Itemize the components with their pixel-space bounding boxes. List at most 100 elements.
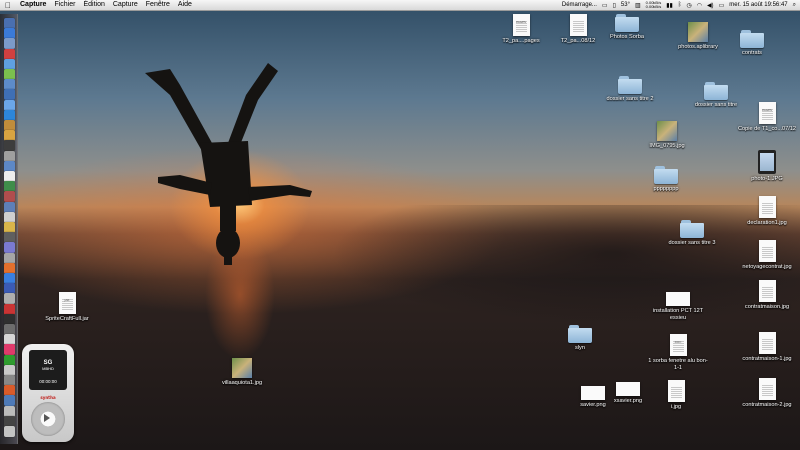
dock-app-icon[interactable]	[4, 293, 15, 305]
network-monitor[interactable]: 0.00kB/s 0.00kB/s	[646, 1, 662, 9]
dock-app-icon[interactable]	[4, 303, 15, 315]
time-machine-icon[interactable]: ◷	[686, 2, 691, 9]
desktop-icon[interactable]: installation PCT 12T essieu	[648, 292, 708, 321]
play-icon[interactable]	[44, 414, 50, 422]
dock-app-icon[interactable]	[4, 140, 15, 152]
clock-text[interactable]: mer. 15 août 19:56:47	[729, 2, 787, 8]
file-type-tag: JAR	[64, 298, 70, 302]
wallpaper-coastline	[330, 205, 800, 325]
menu-app-name[interactable]: Capture	[16, 0, 50, 10]
dock-app-icon[interactable]	[4, 354, 15, 366]
menu-edition[interactable]: Édition	[79, 0, 108, 10]
net-down-text: 0.00kB/s	[645, 4, 662, 9]
desktop-icon[interactable]: contratmaison-1.jpg	[737, 332, 797, 363]
desktop-icon-label: declaration1.jpg	[747, 220, 787, 226]
image-thumbnail-icon	[688, 22, 708, 42]
desktop-icon[interactable]: PAGES T2_pa....pages	[491, 14, 551, 45]
bluetooth-icon[interactable]: ᛒ	[678, 2, 682, 8]
dock-app-icon[interactable]	[4, 242, 15, 254]
image-file-icon	[616, 382, 640, 396]
wifi-icon[interactable]: ◠	[697, 2, 702, 9]
desktop-icon-label: pppppppp	[653, 186, 679, 192]
volume-icon[interactable]: ◀)	[707, 2, 714, 9]
desktop-icon-label: installation PCT 12T essieu	[652, 308, 704, 321]
desktop-icon-label: contratmaison.jpg	[744, 304, 790, 310]
desktop-icon[interactable]: dossier sans titre 3	[662, 220, 722, 247]
document-icon: PAGES	[758, 102, 776, 124]
desktop-icon-label: netoyagecontrat.jpg	[742, 264, 792, 270]
widget-time: 00:00:00	[39, 379, 57, 384]
document-icon	[758, 240, 776, 262]
desktop-icon[interactable]: contrats	[722, 30, 782, 57]
battery-icon[interactable]: ▭	[719, 2, 725, 9]
folder-icon	[568, 325, 592, 343]
dock-app-icon[interactable]	[4, 48, 15, 60]
dock-app-icon[interactable]	[4, 89, 15, 101]
thermometer-icon: ▯	[612, 2, 616, 9]
menu-aide[interactable]: Aide	[174, 0, 196, 10]
spotlight-icon[interactable]: ⌕	[793, 2, 796, 9]
dock-app-icon[interactable]	[4, 191, 15, 203]
folder-icon	[680, 220, 704, 238]
desktop-icon[interactable]: netoyagecontrat.jpg	[737, 240, 797, 271]
widget-brand: syntha	[40, 395, 56, 400]
desktop-icon-label: T2_pa....pages	[502, 38, 540, 44]
document-icon: JAR	[58, 292, 76, 314]
desktop-icon-label: SpriteCraftFull.jar	[45, 316, 89, 322]
desktop-icon-label: villaaquiota1.jpg	[221, 380, 263, 386]
document-icon	[667, 380, 685, 402]
menu-extras: Démarrage... ▭ ▯ 53° ▥ 0.00kB/s 0.00kB/s…	[562, 0, 796, 10]
dock-app-icon[interactable]	[4, 426, 15, 437]
activity-icon[interactable]: ▥	[635, 2, 641, 9]
desktop-icon-label: i.jpg	[670, 404, 682, 410]
desktop-icon[interactable]: pppppppp	[636, 166, 696, 193]
dock-app-icon[interactable]	[4, 201, 15, 213]
desktop-icon[interactable]: JAR SpriteCraftFull.jar	[37, 292, 97, 323]
widget-station-sub: MBHD	[42, 366, 54, 371]
menu-capture[interactable]: Capture	[109, 0, 142, 10]
file-type-tag: PAGES	[516, 20, 526, 24]
radio-player-widget[interactable]: SG MBHD 00:00:00 syntha	[22, 344, 74, 442]
bars-icon[interactable]: ▮▮	[666, 2, 673, 9]
folder-icon	[618, 76, 642, 94]
dock-app-icon[interactable]	[4, 150, 15, 162]
desktop-icon[interactable]: photos.aplibrary	[668, 22, 728, 51]
desktop-icon[interactable]: slyn	[550, 325, 610, 352]
display-icon[interactable]: ▭	[602, 2, 608, 9]
menu-fenetre[interactable]: Fenêtre	[142, 0, 174, 10]
desktop-icon[interactable]: photo-1.JPG	[737, 150, 797, 183]
desktop-icon[interactable]: contratmaison.jpg	[737, 280, 797, 311]
dock-app-icon[interactable]	[4, 405, 15, 417]
desktop-icon[interactable]: i.jpg	[646, 380, 706, 411]
desktop-icon[interactable]: Photos Sorba	[597, 14, 657, 41]
menu-fichier[interactable]: Fichier	[50, 0, 79, 10]
dock-app-icon[interactable]	[4, 395, 15, 407]
file-type-tag: DOC	[674, 340, 682, 344]
menu-bar:  Capture Fichier Édition Capture Fenêtr…	[0, 0, 800, 11]
image-file-icon	[666, 292, 690, 306]
dock-app-icon[interactable]	[4, 344, 15, 356]
desktop-icon[interactable]: declaration1.jpg	[737, 196, 797, 227]
desktop-icon-label: 1 sorba fenetre alu bon-1-1	[648, 358, 708, 371]
dock-app-icon[interactable]	[4, 99, 15, 111]
document-icon	[758, 196, 776, 218]
folder-icon	[654, 166, 678, 184]
desktop-icon[interactable]: dossier sans titre 2	[600, 76, 660, 103]
dock-app-icon[interactable]	[4, 38, 15, 50]
desktop-icon[interactable]: IMG_0795.jpg	[637, 121, 697, 150]
desktop-icon[interactable]: contratmaison-2.jpg	[737, 378, 797, 409]
desktop-icon-label: Photos Sorba	[610, 34, 644, 40]
apple-menu-icon[interactable]: 	[0, 1, 16, 10]
desktop-icon-label: dossier sans titre 3	[668, 240, 716, 246]
skydiver-silhouette	[145, 63, 312, 265]
desktop-icon[interactable]: PAGES Copie de T1_co...07/12	[737, 102, 797, 133]
image-thumbnail-icon	[657, 121, 677, 141]
document-icon: PAGES	[512, 14, 530, 36]
status-task-text[interactable]: Démarrage...	[562, 2, 597, 8]
desktop-icon[interactable]: villaaquiota1.jpg	[212, 358, 272, 387]
desktop-icon[interactable]: DOC 1 sorba fenetre alu bon-1-1	[648, 334, 708, 371]
desktop-icon-label: photos.aplibrary	[678, 44, 718, 50]
temperature-text[interactable]: 53°	[621, 2, 630, 8]
dock-app-icon[interactable]	[4, 252, 15, 264]
image-thumbnail-icon	[232, 358, 252, 378]
